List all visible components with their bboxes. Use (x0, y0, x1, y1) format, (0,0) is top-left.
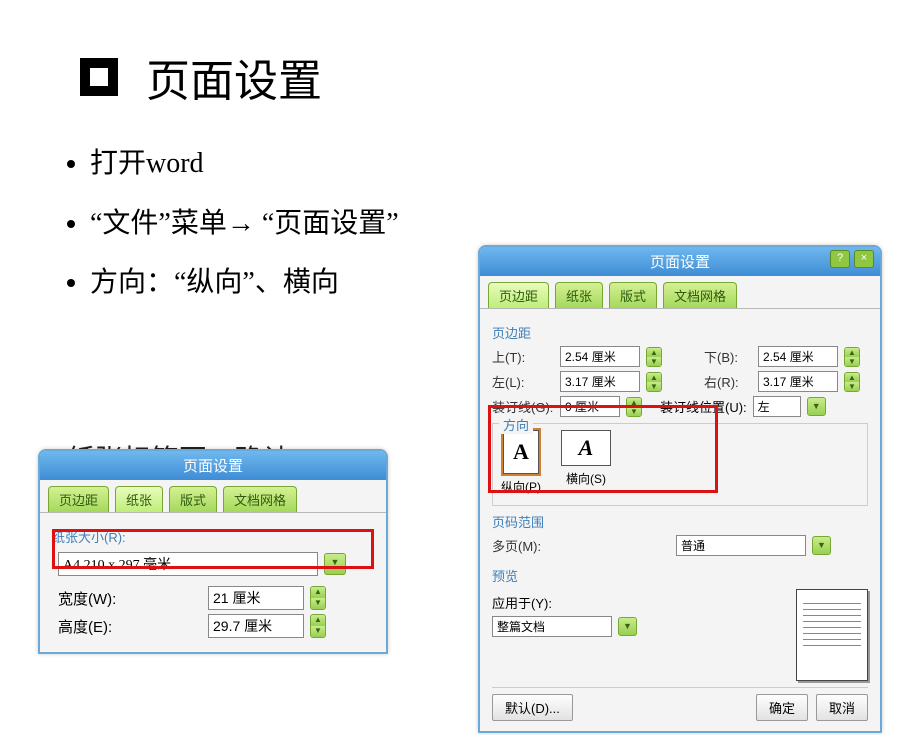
left-label: 左(L): (492, 372, 554, 391)
page-setup-dialog: 页面设置 ? × 页边距 纸张 版式 文档网格 页边距 上(T): 2.54 厘… (478, 245, 882, 733)
portrait-option[interactable]: A 纵向(P) (501, 430, 541, 495)
apply-label: 应用于(Y): (492, 593, 552, 612)
right-label: 右(R): (704, 372, 752, 391)
gutter-pos-input[interactable]: 左 (753, 396, 801, 417)
left-spinner[interactable]: ▲▼ (646, 372, 662, 392)
height-input[interactable]: 29.7 厘米 (208, 614, 304, 638)
paper-tab-paper[interactable]: 纸张 (115, 486, 163, 512)
width-input[interactable]: 21 厘米 (208, 586, 304, 610)
bottom-label: 下(B): (704, 347, 752, 366)
orientation-group: 方向 A 纵向(P) A 横向(S) (492, 423, 868, 506)
portrait-icon: A (503, 430, 539, 474)
arrow-icon: → (227, 207, 255, 238)
tab-layout[interactable]: 版式 (609, 282, 657, 308)
right-spinner[interactable]: ▲▼ (844, 372, 860, 392)
slide-title: 页面设置 (80, 45, 920, 109)
gutter-pos-label: 装订线位置(U): (660, 397, 747, 416)
margins-label: 页边距 (492, 323, 868, 342)
ok-button[interactable]: 确定 (756, 694, 808, 721)
paper-tab-bar: 页边距 纸张 版式 文档网格 (40, 480, 386, 513)
landscape-label: 横向(S) (566, 470, 606, 487)
preview-icon (796, 589, 868, 681)
bottom-input[interactable]: 2.54 厘米 (758, 346, 838, 367)
bottom-spinner[interactable]: ▲▼ (844, 347, 860, 367)
landscape-option[interactable]: A 横向(S) (561, 430, 611, 495)
top-spinner[interactable]: ▲▼ (646, 347, 662, 367)
landscape-icon: A (561, 430, 611, 466)
title-text: 页面设置 (146, 45, 322, 109)
portrait-label: 纵向(P) (501, 478, 541, 495)
tab-paper[interactable]: 纸张 (555, 282, 603, 308)
title-bullet-icon (80, 58, 118, 96)
height-label: 高度(E): (58, 616, 144, 637)
preview-label: 预览 (492, 566, 868, 585)
paper-size-label: 纸张大小(R): (52, 527, 374, 546)
paper-dialog-title: 页面设置 (183, 458, 243, 475)
width-label: 宽度(W): (58, 588, 144, 609)
gutter-label: 装订线(G): (492, 397, 554, 416)
paper-tab-grid[interactable]: 文档网格 (223, 486, 297, 512)
top-label: 上(T): (492, 347, 554, 366)
tab-bar: 页边距 纸张 版式 文档网格 (480, 276, 880, 309)
bullet-orientation: 方向：“纵向”、横向 (90, 256, 510, 309)
gutter-pos-drop[interactable]: ▼ (807, 397, 826, 416)
bullet-open-word: 打开word (90, 137, 510, 190)
top-input[interactable]: 2.54 厘米 (560, 346, 640, 367)
dialog-titlebar: 页面设置 ? × (480, 247, 880, 276)
dialog-title: 页面设置 (650, 254, 710, 271)
paper-dialog-titlebar: 页面设置 (40, 451, 386, 480)
default-button[interactable]: 默认(D)... (492, 694, 573, 721)
page-setup-paper-dialog: 页面设置 页边距 纸张 版式 文档网格 纸张大小(R): A4 210 x 29… (38, 449, 388, 654)
paper-tab-margins[interactable]: 页边距 (48, 486, 109, 512)
pages-label: 页码范围 (492, 512, 868, 531)
gutter-spinner[interactable]: ▲▼ (626, 397, 642, 417)
tab-margins[interactable]: 页边距 (488, 282, 549, 308)
close-icon[interactable]: × (854, 250, 874, 268)
multi-label: 多页(M): (492, 536, 554, 555)
right-input[interactable]: 3.17 厘米 (758, 371, 838, 392)
multi-drop[interactable]: ▼ (812, 536, 831, 555)
bullet-file-menu: “文件”菜单→ “页面设置” (90, 196, 510, 250)
gutter-input[interactable]: 0 厘米 (560, 396, 620, 417)
apply-drop[interactable]: ▼ (618, 617, 637, 636)
paper-size-input[interactable]: A4 210 x 297 毫米 (58, 552, 318, 576)
height-spinner[interactable]: ▲▼ (310, 614, 326, 638)
tab-grid[interactable]: 文档网格 (663, 282, 737, 308)
width-spinner[interactable]: ▲▼ (310, 586, 326, 610)
cancel-button[interactable]: 取消 (816, 694, 868, 721)
multi-input[interactable]: 普通 (676, 535, 806, 556)
apply-input[interactable]: 整篇文档 (492, 616, 612, 637)
paper-size-drop[interactable]: ▼ (324, 553, 346, 575)
paper-tab-layout[interactable]: 版式 (169, 486, 217, 512)
help-icon[interactable]: ? (830, 250, 850, 268)
left-input[interactable]: 3.17 厘米 (560, 371, 640, 392)
orient-legend: 方向 (499, 415, 533, 434)
